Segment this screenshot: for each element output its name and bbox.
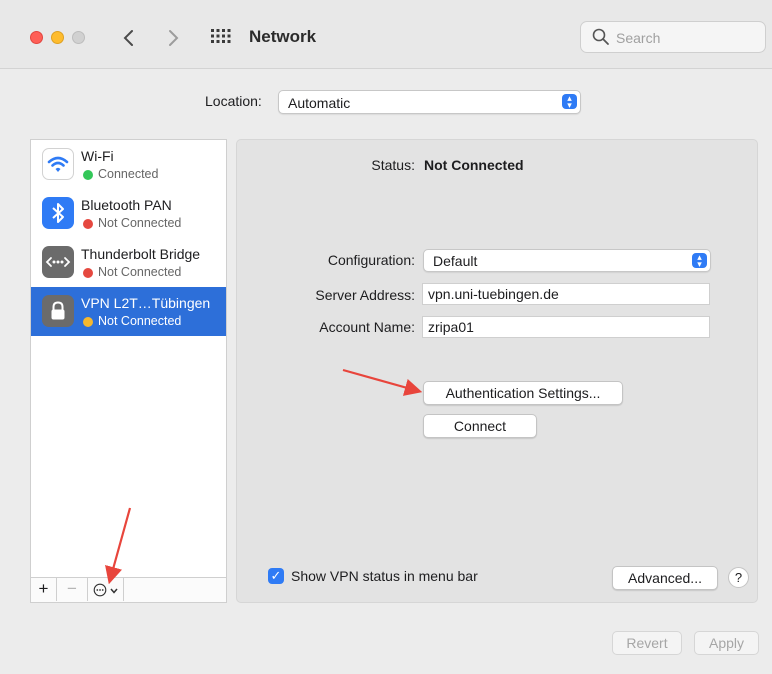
account-name-field[interactable]: zripa01 bbox=[422, 316, 710, 338]
configuration-popup[interactable]: Default ▴ ▾ bbox=[423, 249, 711, 272]
service-item-wifi[interactable]: Wi-Fi Connected bbox=[31, 140, 226, 189]
show-vpn-status-label: Show VPN status in menu bar bbox=[291, 568, 478, 584]
remove-service-button[interactable]: − bbox=[57, 578, 88, 601]
action-menu-button[interactable] bbox=[88, 578, 124, 601]
advanced-button[interactable]: Advanced... bbox=[612, 566, 718, 590]
service-name: Wi-Fi bbox=[81, 148, 114, 164]
configuration-value: Default bbox=[433, 253, 478, 269]
status-dot bbox=[83, 317, 93, 327]
authentication-settings-button[interactable]: Authentication Settings... bbox=[423, 381, 623, 405]
service-name: Thunderbolt Bridge bbox=[81, 246, 201, 262]
chevron-right-icon bbox=[169, 30, 179, 46]
popup-arrows-icon: ▴ ▾ bbox=[692, 253, 707, 269]
location-popup[interactable]: Automatic ▴ ▾ bbox=[278, 90, 581, 114]
show-vpn-status-checkbox[interactable]: ✓ bbox=[268, 568, 284, 584]
vpn-detail-panel bbox=[236, 139, 758, 603]
service-status: Not Connected bbox=[98, 314, 182, 328]
service-name: Bluetooth PAN bbox=[81, 197, 172, 213]
status-dot bbox=[83, 268, 93, 278]
revert-button[interactable]: Revert bbox=[612, 631, 682, 655]
status-dot bbox=[83, 219, 93, 229]
apply-button[interactable]: Apply bbox=[694, 631, 759, 655]
service-item-thunderbolt-bridge[interactable]: Thunderbolt Bridge Not Connected bbox=[31, 238, 226, 287]
zoom-window-button[interactable] bbox=[72, 31, 85, 44]
location-label: Location: bbox=[205, 93, 262, 109]
status-label: Status: bbox=[371, 157, 415, 173]
window-title: Network bbox=[249, 27, 317, 46]
status-dot bbox=[83, 170, 93, 180]
chevron-left-icon bbox=[123, 30, 133, 46]
server-address-field[interactable]: vpn.uni-tuebingen.de bbox=[422, 283, 710, 305]
popup-arrows-icon: ▴ ▾ bbox=[562, 94, 577, 110]
search-placeholder: Search bbox=[616, 30, 661, 46]
service-item-vpn[interactable]: VPN L2T…Tübingen Not Connected bbox=[31, 287, 226, 336]
connect-button[interactable]: Connect bbox=[423, 414, 537, 438]
service-status: Connected bbox=[98, 167, 159, 181]
service-name: VPN L2T…Tübingen bbox=[81, 295, 211, 311]
help-button[interactable]: ? bbox=[728, 567, 749, 588]
service-item-bluetooth-pan[interactable]: Bluetooth PAN Not Connected bbox=[31, 189, 226, 238]
ellipsis-circle-icon bbox=[93, 583, 107, 597]
service-status: Not Connected bbox=[98, 216, 182, 230]
location-value: Automatic bbox=[288, 95, 351, 111]
lock-icon bbox=[42, 295, 74, 327]
minimize-window-button[interactable] bbox=[51, 31, 64, 44]
titlebar: Network Search bbox=[0, 0, 772, 69]
network-preferences-window: Network Search Location: Automatic ▴ ▾ Wi… bbox=[0, 0, 772, 674]
search-icon bbox=[592, 28, 609, 45]
server-address-label: Server Address: bbox=[315, 287, 415, 303]
chevron-down-icon bbox=[110, 588, 118, 594]
bluetooth-icon bbox=[42, 197, 74, 229]
service-status: Not Connected bbox=[98, 265, 182, 279]
service-list: Wi-Fi Connected Bluetooth PAN Not Connec… bbox=[30, 139, 227, 603]
status-value: Not Connected bbox=[424, 157, 524, 173]
thunderbolt-bridge-icon bbox=[42, 246, 74, 278]
show-all-button[interactable] bbox=[211, 28, 231, 46]
service-list-toolbar: + − bbox=[31, 577, 226, 602]
add-service-button[interactable]: + bbox=[31, 578, 57, 601]
grid-icon bbox=[211, 29, 231, 43]
close-window-button[interactable] bbox=[30, 31, 43, 44]
account-name-label: Account Name: bbox=[319, 319, 415, 335]
configuration-label: Configuration: bbox=[327, 252, 415, 268]
search-field[interactable]: Search bbox=[580, 21, 766, 53]
wifi-icon bbox=[42, 148, 74, 180]
